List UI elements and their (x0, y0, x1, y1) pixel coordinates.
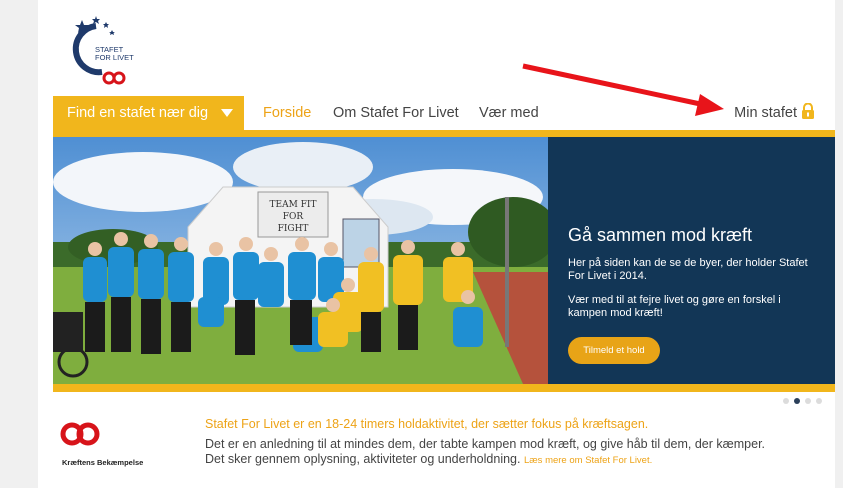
hero-title: Gå sammen mod kræft (568, 225, 753, 245)
nav-link-om-stafet[interactable]: Om Stafet For Livet (333, 96, 459, 130)
carousel-dot-3[interactable] (805, 398, 811, 404)
stafet-for-livet-logo[interactable]: STAFET FOR LIVET (68, 12, 138, 90)
intro-line-2-wrap: Det sker gennem oplysning, aktiviteter o… (205, 452, 765, 468)
svg-text:TEAM FIT: TEAM FIT (270, 200, 317, 210)
page: STAFET FOR LIVET Find en stafet nær dig … (38, 0, 835, 488)
min-stafet-label: Min stafet (734, 105, 797, 121)
kraeftens-bekaempelse-label: Kræftens Bekæmpelse (62, 458, 144, 467)
read-more-link[interactable]: Læs mere om Stafet For Livet. (524, 455, 652, 466)
tilmeld-hold-button[interactable]: Tilmeld et hold (568, 337, 660, 364)
svg-text:FOR: FOR (283, 212, 304, 222)
carousel-dot-1[interactable] (783, 398, 789, 404)
hero-photo: TEAM FIT FOR FIGHT (53, 137, 548, 384)
hero-banner: TEAM FIT FOR FIGHT Gå sammen mod kræft H… (53, 137, 835, 384)
intro-headline: Stafet For Livet er en 18-24 timers hold… (205, 417, 649, 431)
nav-link-forside[interactable]: Forside (263, 96, 311, 130)
lock-icon (801, 98, 815, 132)
intro-line-1: Det er en anledning til at mindes dem, d… (205, 437, 766, 451)
logo-text-line2: FOR LIVET (95, 53, 134, 62)
find-stafet-dropdown[interactable]: Find en stafet nær dig (53, 96, 244, 130)
hero-text-1: Her på siden kan de se de byer, der hold… (568, 257, 808, 282)
svg-text:FIGHT: FIGHT (278, 224, 309, 234)
nav-underline-bar (53, 130, 835, 137)
nav-link-vaer-med[interactable]: Vær med (479, 96, 539, 130)
find-stafet-label: Find en stafet nær dig (67, 105, 209, 121)
intro-line-2: Det sker gennem oplysning, aktiviteter o… (205, 452, 521, 466)
main-nav: Find en stafet nær dig Forside Om Stafet… (53, 96, 835, 130)
hero-bottom-bar (53, 384, 835, 392)
hero-text-panel: Gå sammen mod kræft Her på siden kan de … (548, 137, 835, 384)
kb-infinity-icon (60, 422, 100, 446)
hero-text-2: Vær med til at fejre livet og gøre en fo… (568, 294, 781, 319)
intro-body: Det er en anledning til at mindes dem, d… (205, 437, 765, 468)
carousel-dot-4[interactable] (816, 398, 822, 404)
chevron-down-icon (221, 109, 233, 117)
carousel-dot-2[interactable] (794, 398, 800, 404)
min-stafet-link[interactable]: Min stafet (734, 96, 815, 132)
